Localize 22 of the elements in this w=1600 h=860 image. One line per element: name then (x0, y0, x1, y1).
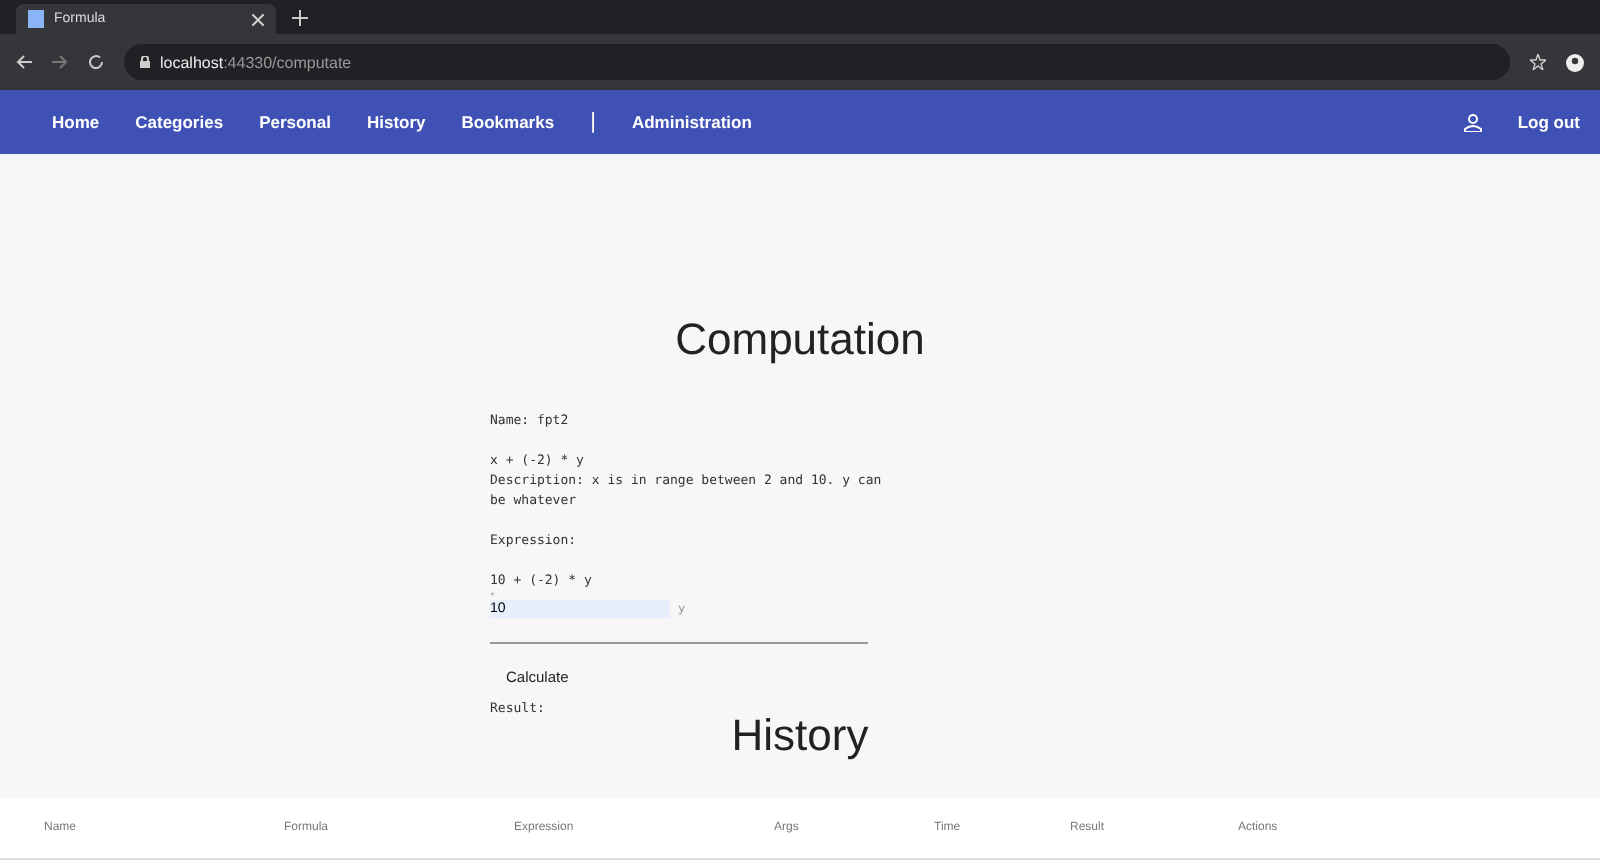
nav-separator: | (590, 110, 596, 134)
lock-icon (140, 56, 150, 68)
page-icon (28, 10, 44, 28)
user-icon[interactable] (1463, 113, 1482, 131)
nav-link[interactable]: Bookmarks (461, 112, 555, 132)
history-heading: History (731, 710, 869, 762)
reload-icon[interactable] (88, 54, 104, 70)
star-icon[interactable] (1530, 54, 1546, 70)
profile-icon[interactable] (1566, 53, 1584, 71)
back-icon[interactable] (16, 54, 32, 70)
plus-icon[interactable] (292, 10, 308, 26)
nav-link[interactable]: Administration (631, 112, 752, 132)
page-heading: Computation (675, 314, 925, 366)
nav-link[interactable]: Categories (135, 112, 224, 132)
url-text: localhost:44330/computate (160, 53, 352, 71)
close-icon[interactable] (252, 13, 264, 25)
nav-link[interactable]: History (366, 112, 426, 132)
nav-link[interactable]: Personal (259, 112, 331, 132)
nav-link[interactable]: Home (52, 112, 100, 132)
logout-link[interactable]: Log out (1517, 112, 1580, 132)
address-bar[interactable]: localhost:44330/computate (124, 44, 1510, 80)
forward-icon[interactable] (52, 54, 68, 70)
